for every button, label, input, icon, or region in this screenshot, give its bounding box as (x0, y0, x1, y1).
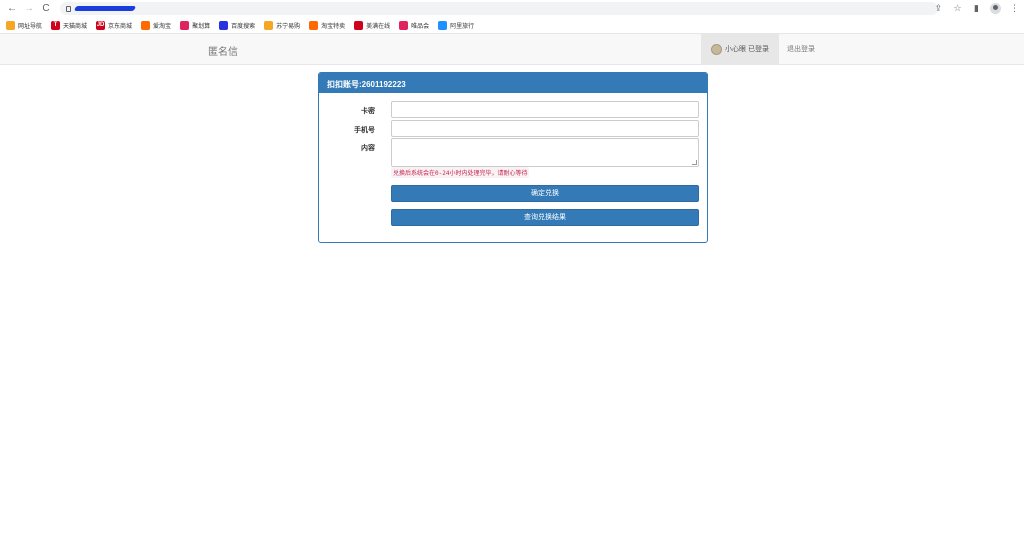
bookmark-item[interactable]: 苏宁易购 (264, 20, 301, 30)
menu-icon[interactable]: ⋮ (1009, 1, 1020, 15)
address-bar[interactable] (60, 2, 938, 15)
bookmark-item[interactable]: JD 京东商城 (96, 20, 133, 30)
reload-icon[interactable]: C (39, 2, 53, 16)
avatar (711, 43, 723, 55)
phone-label: 手机号 (354, 127, 375, 134)
bookmarks-bar: 网址导航 T 天猫商城 JD 京东商城 爱淘宝 聚划算 百度搜索 苏宁易购 淘宝特卖 美满在线 唯品会… (0, 17, 1024, 34)
bookmark-favicon-icon: JD (96, 20, 106, 30)
bookmark-label: 淘宝特卖 (321, 23, 346, 30)
processing-hint: 兑换后系统会在0-24小时内处理完毕，请耐心等待 (391, 167, 530, 178)
bookmark-favicon-icon (141, 20, 151, 30)
bookmark-label: 唯品会 (411, 23, 430, 30)
content-label: 内容 (361, 145, 375, 152)
user-status-label: 小心眼 已登录 (725, 46, 769, 53)
bookmark-item[interactable]: 美满在线 (354, 20, 391, 30)
app-navbar: 匿名信 小心眼 已登录 退出登录 (0, 34, 1024, 65)
bookmark-label: 美满在线 (366, 23, 391, 30)
bookmark-label: 网址导航 (18, 23, 43, 30)
bookmark-label: 聚划算 (192, 23, 211, 30)
bookmark-item[interactable]: 百度搜索 (219, 20, 256, 30)
bookmark-favicon-icon (219, 20, 229, 30)
bookmark-item[interactable]: 聚划算 (180, 20, 211, 30)
bookmark-favicon-icon (438, 20, 448, 30)
bookmark-label: 爱淘宝 (153, 23, 172, 30)
bookmark-favicon-icon (6, 20, 15, 30)
phone-input[interactable] (391, 120, 699, 137)
profile-icon[interactable] (990, 2, 1001, 14)
card-label: 卡密 (361, 108, 375, 115)
card-input[interactable] (391, 101, 699, 118)
back-icon[interactable]: ← (5, 2, 19, 16)
bookmark-label: 苏宁易购 (276, 23, 301, 30)
query-result-button[interactable]: 查询兑换结果 (391, 209, 699, 226)
lock-icon (66, 5, 71, 12)
bookmark-label: 阿里旅行 (450, 23, 475, 30)
exchange-panel: 扣扣账号:2601192223 卡密 手机号 内容 兑换后系统会在0-24小时内… (318, 72, 708, 243)
sidepanel-icon[interactable]: ▮ (971, 1, 982, 15)
browser-toolbar: ← → C ⇪ ☆ ▮ ⋮ (0, 0, 1024, 17)
user-status[interactable]: 小心眼 已登录 (701, 34, 779, 64)
bookmark-item[interactable]: 爱淘宝 (141, 20, 172, 30)
bookmark-item[interactable]: 唯品会 (399, 20, 430, 30)
content-textarea[interactable] (391, 138, 699, 167)
bookmark-label: 天猫商城 (63, 23, 88, 30)
redacted-url (73, 6, 137, 11)
bookmark-favicon-icon (354, 20, 364, 30)
bookmark-item[interactable]: 网址导航 (6, 20, 43, 30)
bookmark-favicon-icon (264, 20, 274, 30)
bookmark-label: 京东商城 (108, 23, 133, 30)
bookmark-favicon-icon: T (51, 20, 61, 30)
bookmark-item[interactable]: T 天猫商城 (51, 20, 88, 30)
logout-link[interactable]: 退出登录 (787, 44, 815, 54)
forward-icon[interactable]: → (22, 2, 36, 16)
bookmark-favicon-icon (399, 20, 409, 30)
brand-title[interactable]: 匿名信 (208, 43, 238, 58)
bookmark-item[interactable]: 阿里旅行 (438, 20, 475, 30)
bookmark-favicon-icon (309, 20, 319, 30)
resize-handle-icon[interactable] (692, 160, 697, 165)
share-icon[interactable]: ⇪ (933, 1, 944, 15)
panel-title: 扣扣账号:2601192223 (319, 73, 707, 93)
bookmark-item[interactable]: 淘宝特卖 (309, 20, 346, 30)
bookmark-favicon-icon (180, 20, 190, 30)
bookmark-label: 百度搜索 (231, 23, 256, 30)
star-icon[interactable]: ☆ (952, 1, 963, 15)
confirm-exchange-button[interactable]: 确定兑换 (391, 185, 699, 202)
